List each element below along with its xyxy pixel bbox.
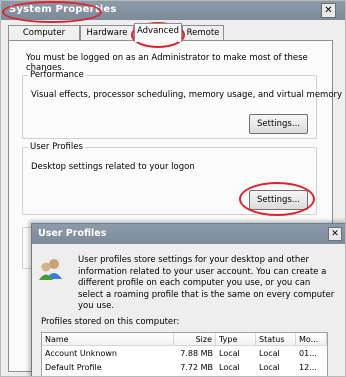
profiles-table[interactable]: Name Size Type Status Mo... Account Unkn… — [41, 332, 328, 376]
user-profiles-dialog: User Profiles ✕ User profiles store sett… — [31, 223, 345, 376]
performance-settings-button[interactable]: Settings... — [249, 114, 308, 134]
user-profiles-titlebar[interactable]: User Profiles ✕ — [32, 224, 345, 244]
close-icon[interactable]: ✕ — [328, 227, 342, 241]
tab-remote[interactable]: Remote — [182, 25, 224, 41]
profile-size: 7.88 MB — [180, 349, 213, 358]
tab-strip: Computer Name Hardware Advanced Remote — [8, 23, 338, 53]
column-header-status[interactable]: Status — [256, 333, 296, 346]
profiles-list-label: Profiles stored on this computer: — [41, 317, 180, 327]
column-header-name[interactable]: Name — [42, 333, 174, 346]
profile-size: 7.72 MB — [180, 363, 213, 372]
profile-type: Local — [219, 363, 240, 372]
annotation-oval-title — [2, 1, 102, 23]
performance-description: Visual effects, processor scheduling, me… — [31, 90, 343, 100]
screenshot-frame: System Properties ✕ Computer Name Hardwa… — [0, 0, 346, 377]
user-profiles-heading: User Profiles — [28, 142, 85, 152]
performance-group: Performance Visual effects, processor sc… — [22, 70, 342, 139]
dialog-title: User Profiles — [38, 228, 107, 239]
annotation-oval-settings-button — [239, 182, 315, 216]
tab-advanced[interactable]: Advanced — [134, 23, 182, 42]
dialog-description: User profiles store settings for your de… — [78, 255, 335, 311]
profile-name: Default Profile — [45, 363, 102, 372]
profile-type: Local — [219, 349, 240, 358]
column-header-type[interactable]: Type — [216, 333, 256, 346]
profile-status: Local — [259, 349, 280, 358]
close-icon[interactable]: ✕ — [321, 3, 336, 18]
profile-modified: 12... — [299, 363, 317, 372]
users-icon — [39, 259, 62, 280]
column-header-size[interactable]: Size — [174, 333, 216, 346]
profile-name: Account Unknown — [45, 349, 117, 358]
profile-modified: 01... — [299, 349, 317, 358]
column-header-modified[interactable]: Mo... — [296, 333, 327, 346]
performance-heading: Performance — [28, 70, 86, 80]
tab-hardware[interactable]: Hardware — [80, 25, 134, 41]
profile-status: Local — [259, 363, 280, 372]
user-profiles-description: Desktop settings related to your logon — [31, 162, 195, 172]
tab-computer-name[interactable]: Computer Name — [8, 25, 80, 53]
